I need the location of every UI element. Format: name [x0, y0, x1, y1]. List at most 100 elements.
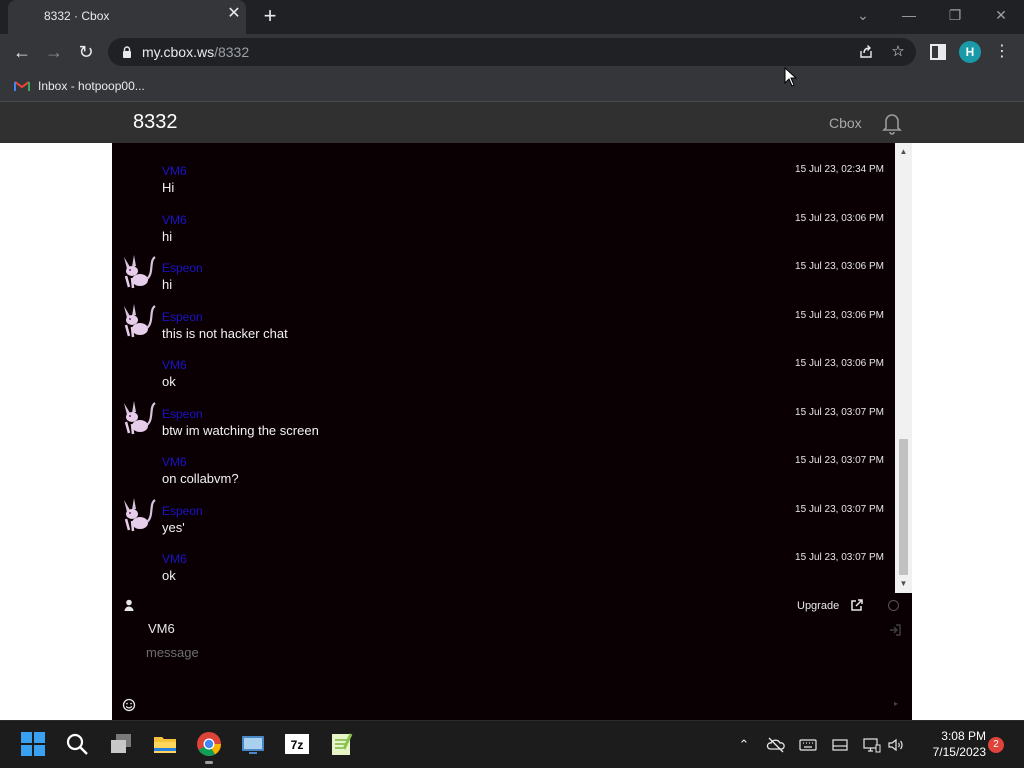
chat-box: VM6 Hi 15 Jul 23, 02:34 PM VM6 hi 15 Jul 23, …: [112, 143, 912, 720]
address-bar[interactable]: my.cbox.ws/8332 ☆: [108, 38, 916, 66]
message-timestamp: 15 Jul 23, 03:07 PM: [795, 406, 884, 418]
name-field[interactable]: VM6: [148, 621, 175, 636]
message-timestamp: 15 Jul 23, 03:07 PM: [795, 455, 884, 466]
message-text: Hi: [162, 180, 175, 195]
file-explorer-icon[interactable]: [152, 731, 178, 757]
volume-icon[interactable]: [886, 735, 906, 755]
browser-tab[interactable]: 8332 · Cbox ✕: [8, 0, 246, 34]
cbox-brand-link[interactable]: Cbox: [829, 115, 862, 131]
chat-message: VM6 Hi 15 Jul 23, 02:34 PM: [112, 150, 895, 196]
message-timestamp: 15 Jul 23, 03:07 PM: [795, 503, 884, 515]
chat-message: VM6 ok 15 Jul 23, 03:07 PM: [112, 538, 895, 584]
external-link-icon[interactable]: [850, 598, 864, 612]
notepad-plus-icon[interactable]: [328, 731, 354, 757]
message-text: this is not hacker chat: [162, 325, 288, 341]
message-author[interactable]: VM6: [162, 552, 187, 566]
message-list: VM6 Hi 15 Jul 23, 02:34 PM VM6 hi 15 Jul 23, …: [112, 143, 895, 593]
sign-in-icon[interactable]: [888, 623, 902, 637]
svg-text:7z: 7z: [291, 738, 304, 752]
tray-overflow-icon[interactable]: ⌃: [734, 735, 754, 755]
network-icon[interactable]: [862, 735, 882, 755]
tab-close-icon[interactable]: ✕: [226, 6, 242, 22]
7zip-icon[interactable]: 7z: [284, 731, 310, 757]
chat-message: VM6 on collabvm? 15 Jul 23, 03:07 PM: [112, 441, 895, 487]
message-author[interactable]: VM6: [162, 164, 187, 178]
tablet-icon[interactable]: [830, 735, 850, 755]
windows-start-icon[interactable]: [20, 731, 46, 757]
bookmark-label: Inbox - hotpoop00...: [38, 79, 145, 93]
message-author[interactable]: VM6: [162, 358, 187, 372]
task-view-icon[interactable]: [108, 731, 134, 757]
message-timestamp: 15 Jul 23, 03:06 PM: [795, 358, 884, 369]
message-author[interactable]: Espeon: [162, 261, 203, 275]
message-timestamp: 15 Jul 23, 03:07 PM: [795, 552, 884, 563]
room-title: 8332: [133, 111, 178, 133]
side-panel-icon[interactable]: [926, 40, 950, 64]
url-text[interactable]: my.cbox.ws/8332: [142, 44, 249, 60]
message-text: ok: [162, 374, 176, 389]
scroll-up-arrow[interactable]: ▲: [895, 145, 912, 159]
mouse-cursor-icon: [784, 67, 798, 87]
espeon-avatar-icon: [124, 255, 156, 289]
forward-button[interactable]: →: [42, 40, 66, 64]
message-author[interactable]: Espeon: [162, 504, 203, 518]
remote-desktop-icon[interactable]: [240, 731, 266, 757]
message-input[interactable]: [146, 641, 846, 663]
message-text: ok: [162, 568, 176, 583]
new-tab-button[interactable]: +: [259, 4, 281, 28]
menu-kebab-icon[interactable]: ⋮: [990, 40, 1014, 64]
chat-message: Espeon yes' 15 Jul 23, 03:07 PM: [112, 490, 895, 536]
notification-badge[interactable]: 2: [988, 737, 1004, 753]
cbox-header: 8332 Cbox: [0, 102, 1024, 143]
reload-button[interactable]: ↻: [74, 40, 98, 64]
message-text: yes': [162, 519, 185, 535]
bell-icon[interactable]: [879, 110, 905, 136]
status-circle-icon[interactable]: [888, 600, 899, 611]
espeon-avatar-icon: [124, 303, 156, 337]
minimize-button[interactable]: —: [894, 4, 924, 26]
close-window-button[interactable]: ✕: [986, 4, 1016, 26]
message-text: btw im watching the screen: [162, 422, 319, 438]
message-text: hi: [162, 228, 173, 244]
taskbar: 7z ⌃ 3:08 PM 7/15/2023 2: [0, 720, 1024, 768]
restore-button[interactable]: ❐: [940, 4, 970, 26]
back-button[interactable]: ←: [10, 40, 34, 64]
active-app-indicator: [205, 761, 213, 764]
share-icon[interactable]: [856, 42, 876, 62]
bookmark-star-icon[interactable]: ☆: [888, 42, 908, 62]
chat-message: Espeon this is not hacker chat 15 Jul 23, …: [112, 296, 895, 342]
scrollbar-thumb[interactable]: [899, 439, 908, 575]
message-author[interactable]: Espeon: [162, 310, 203, 324]
clock-time: 3:08 PM: [941, 729, 986, 743]
chrome-icon[interactable]: [196, 731, 222, 757]
keyboard-icon[interactable]: [798, 735, 818, 755]
message-author[interactable]: Espeon: [162, 407, 203, 421]
browser-toolbar: ← → ↻ my.cbox.ws/8332 ☆ H ⋮: [0, 34, 1024, 70]
chat-message: VM6 ok 15 Jul 23, 03:06 PM: [112, 344, 895, 390]
message-timestamp: 15 Jul 23, 03:06 PM: [795, 212, 884, 224]
chat-message: Espeon hi 15 Jul 23, 03:06 PM: [112, 247, 895, 293]
clock-date: 7/15/2023: [932, 745, 986, 759]
chat-message: Espeon btw im watching the screen 15 Jul 2…: [112, 393, 895, 439]
send-arrow-icon[interactable]: ▸: [894, 699, 902, 709]
chat-message: VM6 hi 15 Jul 23, 03:06 PM: [112, 199, 895, 245]
gmail-icon: [14, 81, 30, 91]
message-timestamp: 15 Jul 23, 03:06 PM: [795, 261, 884, 272]
upgrade-link[interactable]: Upgrade: [797, 600, 839, 612]
profile-avatar[interactable]: H: [959, 41, 981, 63]
emoji-icon[interactable]: [122, 698, 136, 712]
scroll-down-arrow[interactable]: ▼: [895, 577, 912, 591]
scrollbar[interactable]: ▲ ▼: [895, 143, 912, 593]
espeon-avatar-icon: [124, 400, 156, 434]
espeon-avatar-icon: [124, 497, 156, 531]
tab-title: 8332 · Cbox: [44, 9, 110, 23]
message-author[interactable]: VM6: [162, 455, 187, 469]
tab-strip: 8332 · Cbox ✕ + ⌄ — ❐ ✕: [0, 0, 1024, 34]
bookmark-inbox[interactable]: Inbox - hotpoop00...: [14, 77, 145, 95]
message-author[interactable]: VM6: [162, 213, 187, 227]
onedrive-offline-icon[interactable]: [766, 735, 786, 755]
system-clock[interactable]: 3:08 PM 7/15/2023: [912, 728, 986, 760]
user-icon[interactable]: [122, 598, 136, 612]
search-icon[interactable]: [64, 731, 90, 757]
tab-search-icon[interactable]: ⌄: [848, 4, 878, 26]
